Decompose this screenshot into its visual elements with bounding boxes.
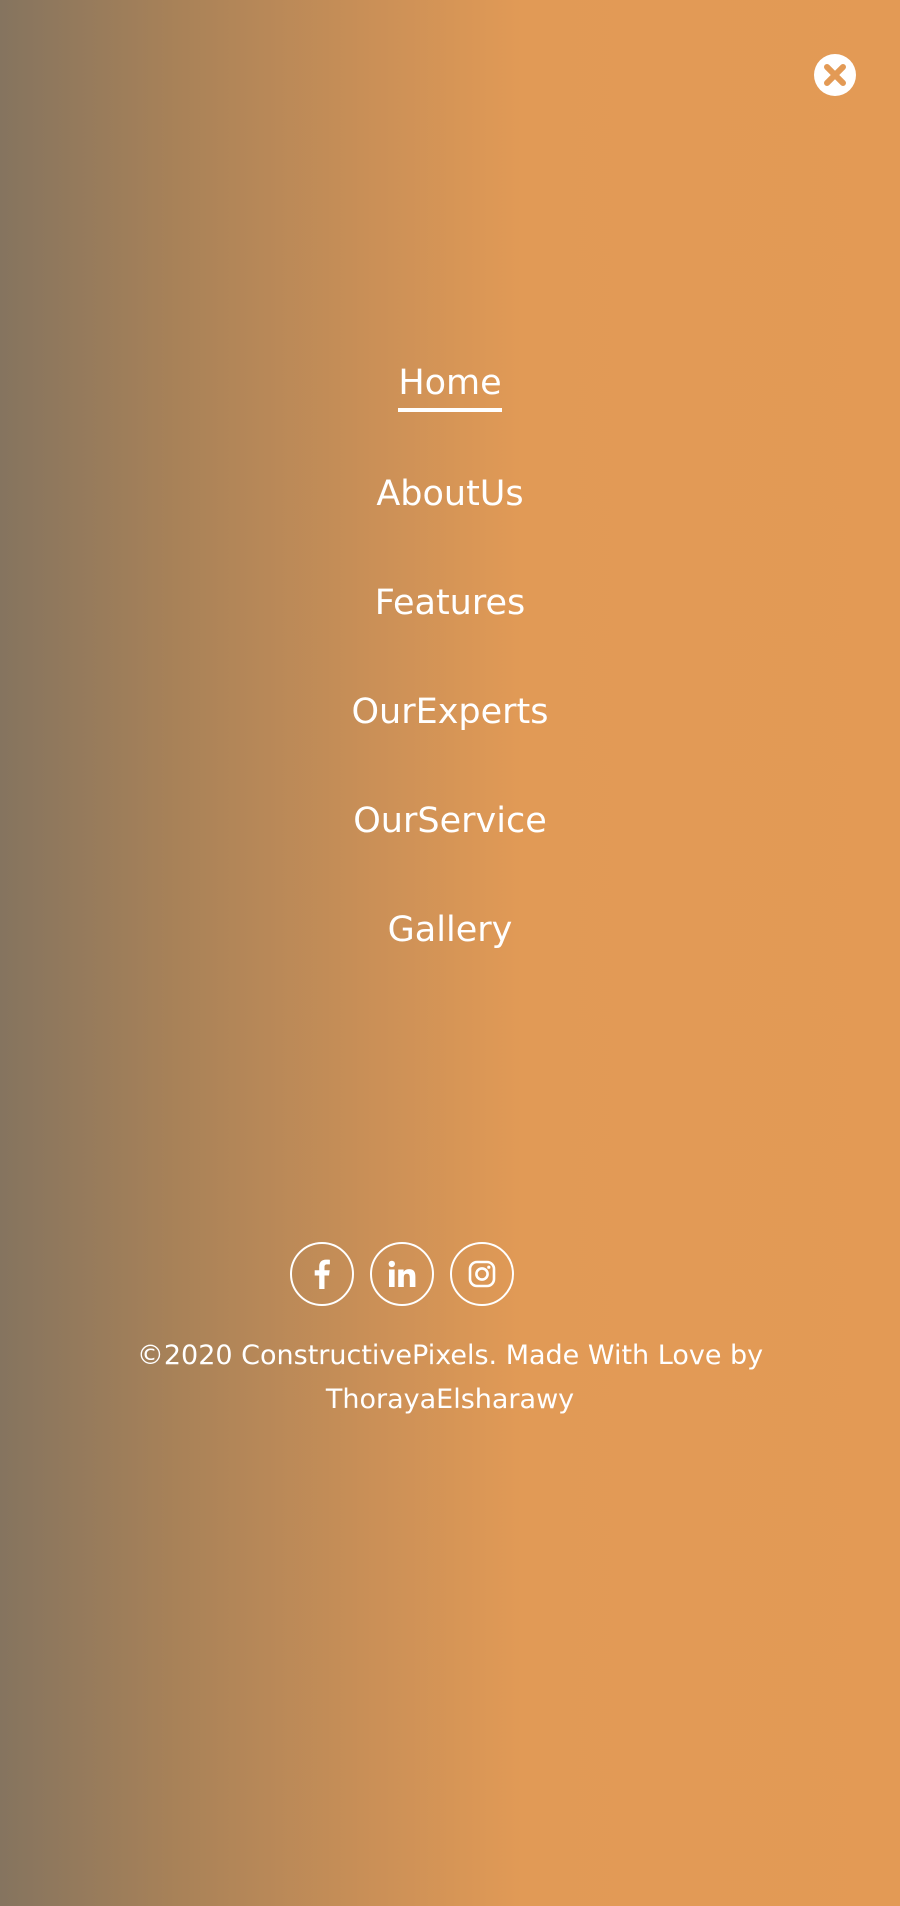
facebook-link[interactable] bbox=[290, 1242, 354, 1306]
close-icon bbox=[824, 64, 846, 86]
linkedin-link[interactable] bbox=[370, 1242, 434, 1306]
main-nav: Home AboutUs Features OurExperts OurServ… bbox=[0, 358, 900, 1012]
footer-line-1: ©2020 ConstructivePixels. Made With Love… bbox=[136, 1340, 764, 1371]
footer-copyright: ©2020 ConstructivePixels. Made With Love… bbox=[0, 1334, 900, 1422]
nav-link-about-us[interactable]: AboutUs bbox=[376, 467, 523, 521]
nav-link-gallery[interactable]: Gallery bbox=[388, 903, 513, 957]
nav-link-our-experts[interactable]: OurExperts bbox=[351, 685, 548, 739]
nav-link-home[interactable]: Home bbox=[398, 358, 502, 412]
nav-item-gallery: Gallery bbox=[0, 903, 900, 1012]
nav-item-about-us: AboutUs bbox=[0, 467, 900, 576]
footer-line-2: ThorayaElsharawy bbox=[325, 1384, 575, 1415]
nav-link-our-service[interactable]: OurService bbox=[353, 794, 546, 848]
nav-link-features[interactable]: Features bbox=[375, 576, 526, 630]
close-button[interactable] bbox=[814, 54, 856, 96]
linkedin-icon bbox=[388, 1260, 416, 1287]
nav-item-features: Features bbox=[0, 576, 900, 685]
nav-item-our-experts: OurExperts bbox=[0, 685, 900, 794]
instagram-link[interactable] bbox=[450, 1242, 514, 1306]
nav-item-our-service: OurService bbox=[0, 794, 900, 903]
instagram-icon bbox=[468, 1260, 496, 1288]
social-links bbox=[290, 1242, 514, 1306]
facebook-icon bbox=[314, 1259, 330, 1289]
nav-item-home: Home bbox=[0, 358, 900, 467]
